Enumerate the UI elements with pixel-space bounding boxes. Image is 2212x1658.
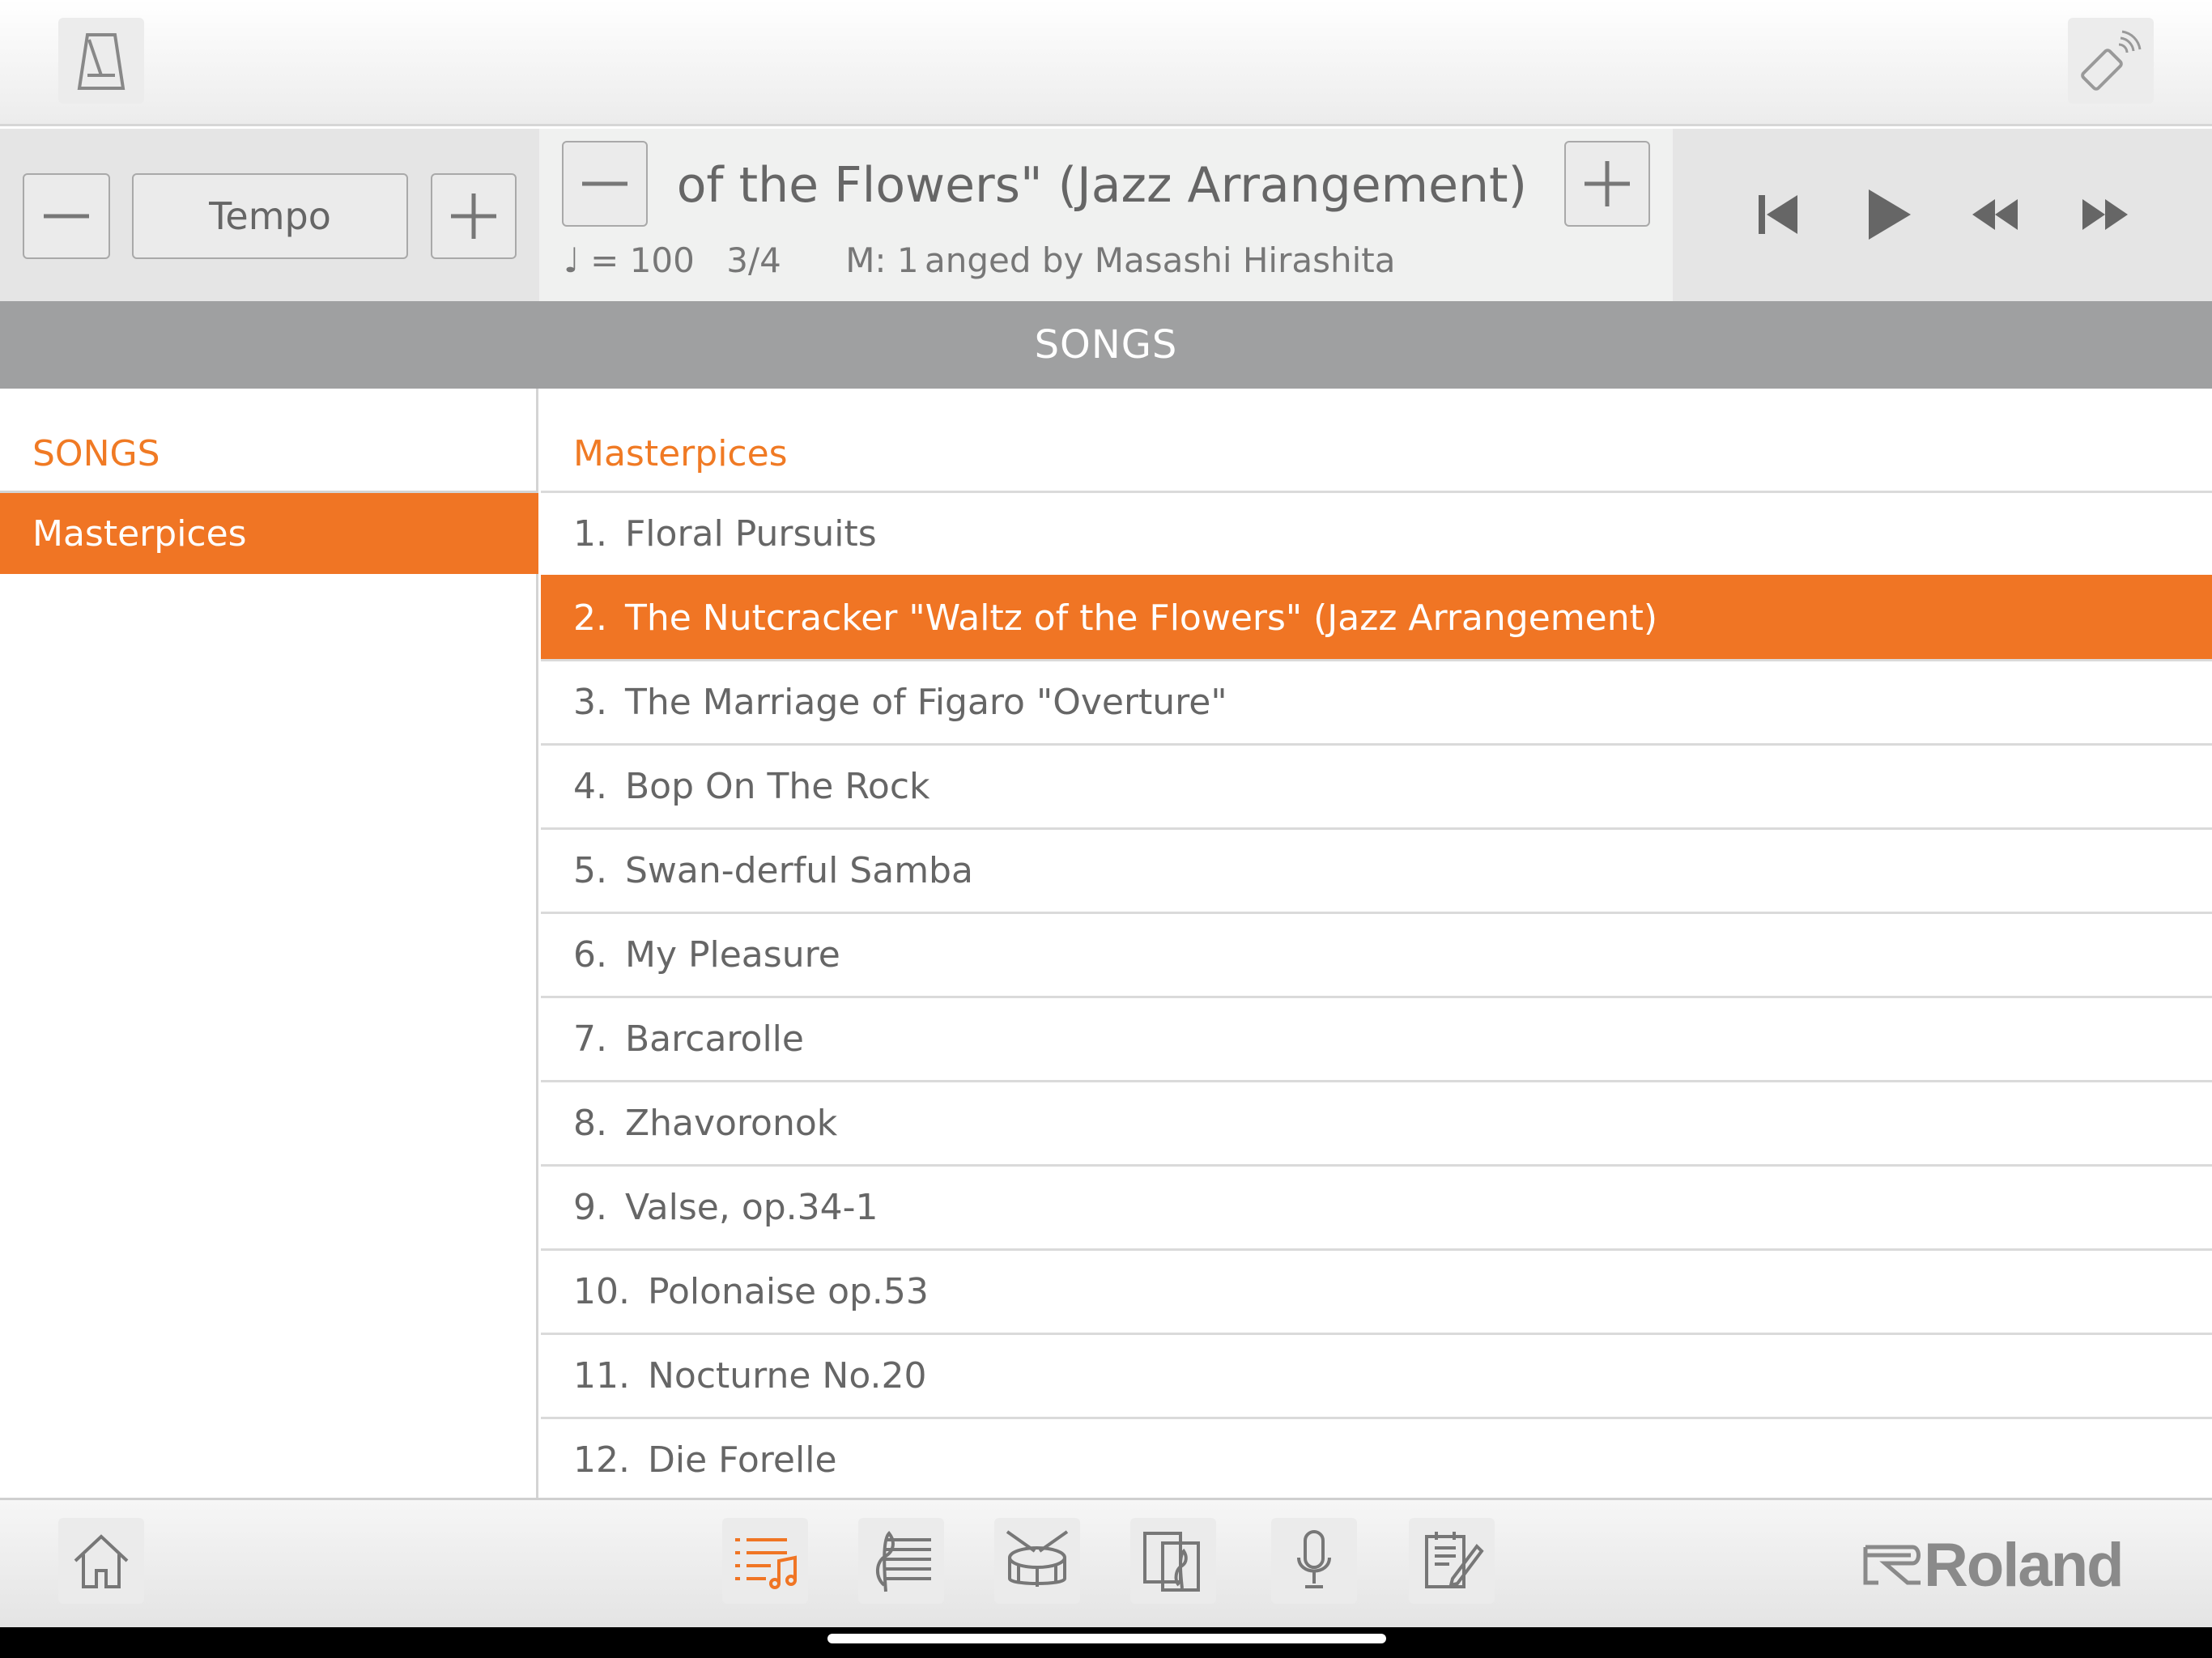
top-bar bbox=[0, 0, 2212, 126]
song-display: tz of the Flowers" (Jazz Arrangement) ♩ … bbox=[539, 129, 1673, 301]
drum-icon[interactable] bbox=[994, 1518, 1080, 1604]
song-title-text: Swan-derful Samba bbox=[624, 850, 973, 891]
home-icon[interactable] bbox=[58, 1518, 144, 1604]
song-list-item[interactable]: 5. Swan-derful Samba bbox=[541, 827, 2212, 912]
song-list-item[interactable]: 3. The Marriage of Figaro "Overture" bbox=[541, 659, 2212, 743]
metronome-icon[interactable] bbox=[58, 18, 144, 104]
measure-counter: M: 1 bbox=[845, 240, 919, 280]
microphone-icon[interactable] bbox=[1271, 1518, 1357, 1604]
song-title-text: Valse, op.34-1 bbox=[624, 1187, 878, 1228]
previous-song-button[interactable] bbox=[562, 141, 648, 227]
time-signature: 3/4 bbox=[726, 240, 781, 280]
song-number: 7. bbox=[573, 1018, 607, 1060]
song-title-marquee: tz of the Flowers" (Jazz Arrangement) bbox=[669, 145, 1527, 226]
plus-icon bbox=[451, 193, 496, 239]
sheet-music-icon[interactable] bbox=[1130, 1518, 1216, 1604]
song-number: 10. bbox=[573, 1271, 630, 1312]
bottom-nav-bar: Roland bbox=[0, 1498, 2212, 1627]
minus-icon bbox=[582, 181, 627, 186]
song-number: 8. bbox=[573, 1103, 607, 1144]
song-title-text: Nocturne No.20 bbox=[647, 1355, 927, 1397]
fast-forward-icon[interactable] bbox=[2073, 182, 2138, 247]
song-title-text: Zhavoronok bbox=[624, 1103, 838, 1144]
song-list-item[interactable]: 7. Barcarolle bbox=[541, 996, 2212, 1080]
home-indicator[interactable] bbox=[827, 1634, 1386, 1643]
song-list-item[interactable]: 8. Zhavoronok bbox=[541, 1080, 2212, 1164]
section-header: SONGS bbox=[0, 301, 2212, 389]
song-title-text: Floral Pursuits bbox=[624, 513, 877, 555]
song-title-text: Bop On The Rock bbox=[624, 766, 930, 807]
song-list-item[interactable]: 4. Bop On The Rock bbox=[541, 743, 2212, 827]
song-list-icon[interactable] bbox=[722, 1518, 808, 1604]
tempo-control: Tempo bbox=[0, 129, 539, 301]
song-title-text: The Nutcracker "Waltz of the Flowers" (J… bbox=[624, 597, 1658, 639]
composer-marquee: anged by Masashi Hirashita bbox=[925, 232, 1410, 289]
song-list-item[interactable]: 9. Valse, op.34-1 bbox=[541, 1164, 2212, 1248]
tempo-minus-button[interactable] bbox=[23, 173, 110, 259]
song-list-item[interactable]: 11. Nocturne No.20 bbox=[541, 1333, 2212, 1417]
song-title-text: Barcarolle bbox=[624, 1018, 804, 1060]
song-list-item[interactable]: 10. Polonaise op.53 bbox=[541, 1248, 2212, 1333]
category-panel: SONGS Masterpices bbox=[0, 389, 538, 1498]
song-title-text: The Marriage of Figaro "Overture" bbox=[624, 682, 1227, 723]
control-bar: Tempo tz of the Flowers" (Jazz Arrangeme… bbox=[0, 129, 2212, 301]
skip-to-start-icon[interactable] bbox=[1746, 182, 1810, 247]
minus-icon bbox=[44, 214, 89, 219]
composer: anged by Masashi Hirashita bbox=[925, 240, 1396, 280]
song-title: tz of the Flowers" (Jazz Arrangement) bbox=[669, 157, 1527, 214]
song-list: 1. Floral Pursuits 2. The Nutcracker "Waltz… bbox=[541, 491, 2212, 1498]
tempo-plus-button[interactable] bbox=[431, 173, 517, 259]
plus-icon bbox=[1585, 161, 1630, 206]
song-number: 11. bbox=[573, 1355, 630, 1397]
song-number: 6. bbox=[573, 934, 607, 976]
roland-logo: Roland bbox=[1862, 1524, 2154, 1605]
song-list-panel: Masterpices 1. Floral Pursuits 2. The Nutcr… bbox=[541, 389, 2212, 1498]
play-icon[interactable] bbox=[1856, 182, 1921, 247]
transport-controls bbox=[1673, 129, 2212, 301]
song-title-text: My Pleasure bbox=[624, 934, 840, 976]
category-heading: SONGS bbox=[32, 433, 160, 474]
brand-text: Roland bbox=[1924, 1530, 2125, 1600]
song-list-item[interactable]: 2. The Nutcracker "Waltz of the Flowers" … bbox=[541, 575, 2212, 659]
roland-mark-icon bbox=[1863, 1545, 1921, 1585]
song-number: 1. bbox=[573, 513, 607, 555]
song-number: 3. bbox=[573, 682, 607, 723]
song-number: 9. bbox=[573, 1187, 607, 1228]
song-list-heading: Masterpices bbox=[573, 433, 788, 474]
song-number: 12. bbox=[573, 1439, 630, 1481]
song-title-text: Polonaise op.53 bbox=[647, 1271, 929, 1312]
song-number: 2. bbox=[573, 597, 607, 639]
song-info: ♩ = 100 3/4 M: 1 bbox=[564, 232, 919, 289]
next-song-button[interactable] bbox=[1564, 141, 1650, 227]
bluetooth-device-icon[interactable] bbox=[2068, 18, 2154, 104]
tempo-label[interactable]: Tempo bbox=[132, 173, 408, 259]
score-icon[interactable] bbox=[858, 1518, 944, 1604]
song-list-item[interactable]: 6. My Pleasure bbox=[541, 912, 2212, 996]
song-title-text: Die Forelle bbox=[647, 1439, 837, 1481]
rewind-icon[interactable] bbox=[1963, 182, 2027, 247]
song-list-item[interactable]: 12. Die Forelle bbox=[541, 1417, 2212, 1498]
song-number: 5. bbox=[573, 850, 607, 891]
song-list-item[interactable]: 1. Floral Pursuits bbox=[541, 491, 2212, 575]
song-number: 4. bbox=[573, 766, 607, 807]
tempo-value: ♩ = 100 bbox=[564, 240, 695, 280]
notepad-icon[interactable] bbox=[1409, 1518, 1495, 1604]
category-item-masterpices[interactable]: Masterpices bbox=[0, 493, 538, 574]
